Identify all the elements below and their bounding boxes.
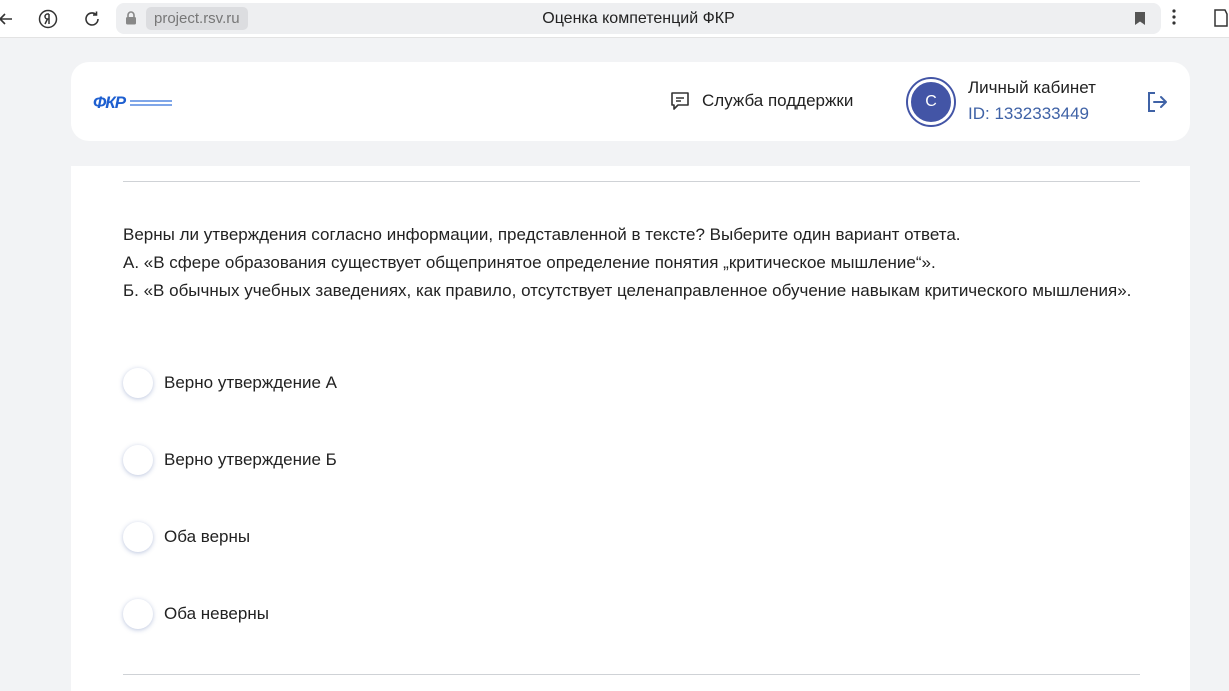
option-both[interactable]: Оба верны [123, 522, 250, 552]
back-arrow-icon[interactable] [0, 7, 18, 31]
question-card: Верны ли утверждения согласно информации… [71, 166, 1190, 691]
question-text: Верны ли утверждения согласно информации… [123, 221, 1133, 305]
logout-icon[interactable] [1145, 90, 1169, 119]
option-label: Верно утверждение Б [164, 450, 337, 469]
user-id: ID: 1332333449 [968, 104, 1089, 123]
radio-button[interactable] [123, 599, 153, 629]
tab-title: Оценка компетенций ФКР [542, 10, 735, 27]
url-text[interactable]: project.rsv.ru [146, 7, 248, 30]
question-line: Б. «В обычных учебных заведениях, как пр… [123, 281, 1132, 300]
option-label: Оба верны [164, 527, 251, 546]
option-label: Оба неверны [164, 604, 269, 623]
browser-toolbar: project.rsv.ru Оценка компетенций ФКР [0, 0, 1229, 38]
lock-icon [125, 11, 137, 30]
reload-icon[interactable] [80, 7, 104, 31]
chat-icon [671, 92, 689, 110]
bookmark-icon[interactable] [1134, 11, 1146, 31]
yandex-icon[interactable] [36, 7, 60, 31]
extension-icon[interactable] [1212, 8, 1229, 33]
avatar[interactable]: С [908, 79, 954, 125]
logo-mark: ФКР [93, 93, 126, 112]
divider [123, 181, 1140, 182]
question-line: А. «В сфере образования существует общеп… [123, 253, 936, 272]
question-line: Верны ли утверждения согласно информации… [123, 225, 961, 244]
address-bar[interactable]: project.rsv.ru Оценка компетенций ФКР [116, 3, 1161, 34]
option-a[interactable]: Верно утверждение А [123, 368, 337, 398]
radio-button[interactable] [123, 368, 153, 398]
radio-button[interactable] [123, 445, 153, 475]
logo[interactable]: ФКР [93, 93, 173, 113]
support-link[interactable]: Служба поддержки [669, 90, 853, 112]
radio-button[interactable] [123, 522, 153, 552]
divider [123, 674, 1140, 675]
site-header: ФКР Служба поддержки С Личный кабинет ID… [71, 62, 1190, 141]
menu-dots-icon[interactable] [1172, 8, 1176, 31]
support-label: Служба поддержки [702, 91, 854, 110]
option-label: Верно утверждение А [164, 373, 337, 392]
logo-tagline [130, 98, 173, 108]
option-neither[interactable]: Оба неверны [123, 599, 269, 629]
cabinet-link[interactable]: Личный кабинет [968, 78, 1096, 98]
option-b[interactable]: Верно утверждение Б [123, 445, 337, 475]
